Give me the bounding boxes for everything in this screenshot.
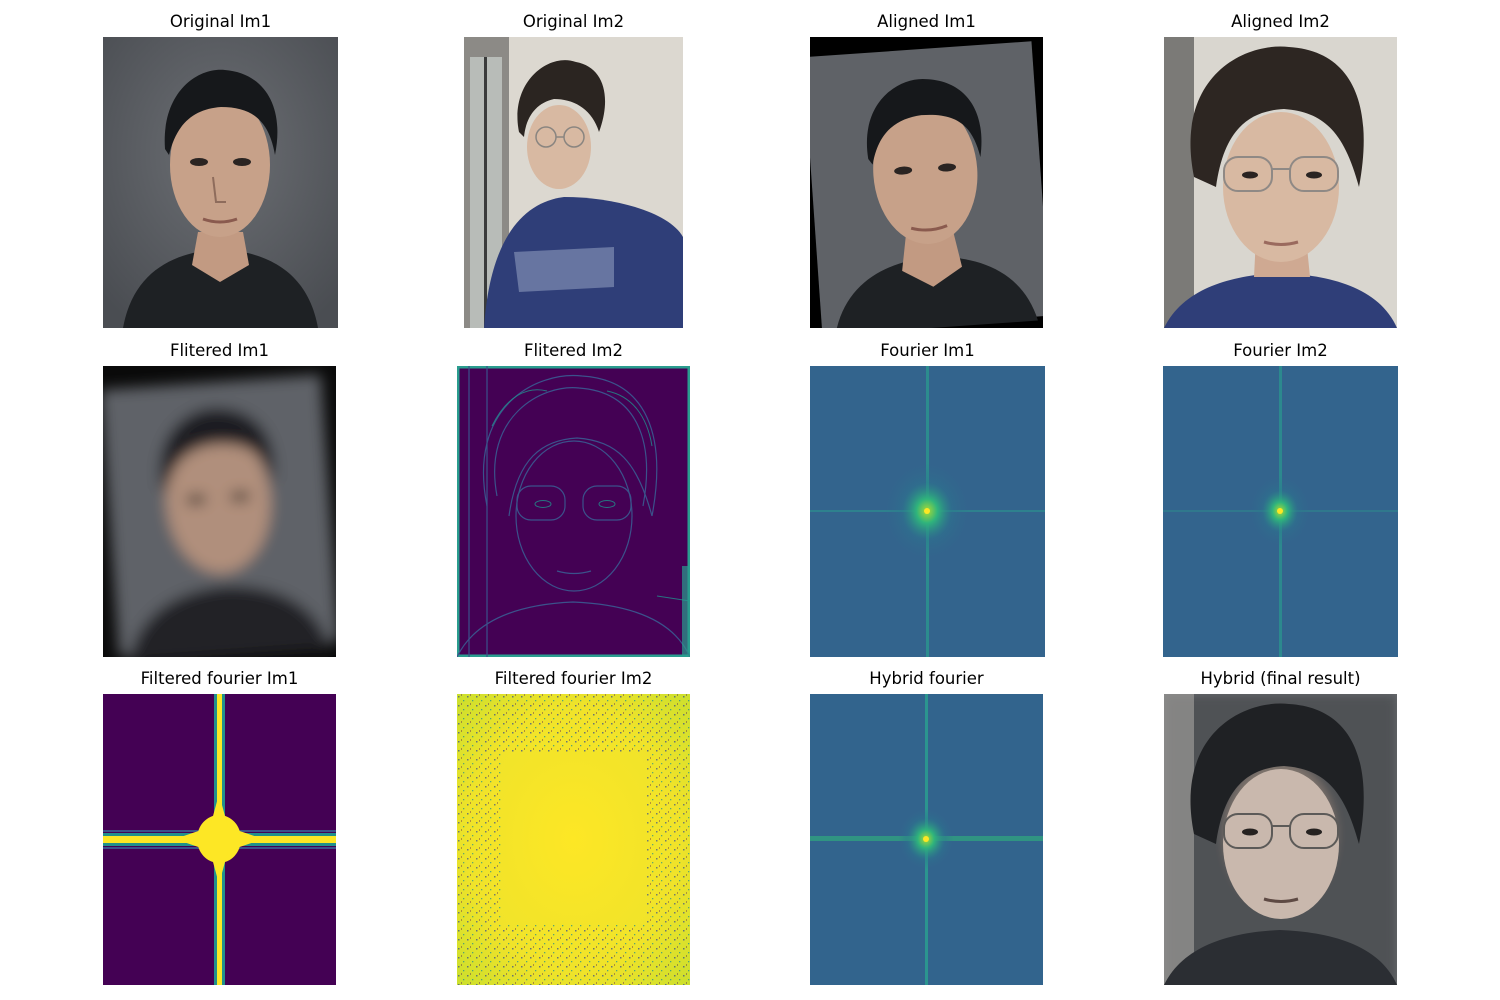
original-im1-image	[103, 37, 338, 328]
aligned-im2-image	[1164, 37, 1397, 328]
title-fourier-im1: Fourier Im1	[880, 341, 975, 360]
title-hybrid-final: Hybrid (final result)	[1200, 669, 1361, 688]
fourier-im1-image	[810, 366, 1045, 657]
aligned-im1-image	[810, 37, 1043, 328]
title-original-im1: Original Im1	[169, 12, 272, 31]
fourier-im2-image	[1163, 366, 1398, 657]
filtered-im2-image	[457, 366, 690, 657]
hybrid-final-image	[1164, 694, 1397, 985]
title-original-im2: Original Im2	[522, 12, 625, 31]
filtered-im1-image	[103, 366, 336, 657]
title-fourier-im2: Fourier Im2	[1233, 341, 1328, 360]
filtered-fourier-im2-image	[457, 694, 690, 985]
original-im2-image	[464, 37, 683, 328]
title-aligned-im2: Aligned Im2	[1231, 12, 1330, 31]
title-hybrid-fourier: Hybrid fourier	[869, 669, 984, 688]
title-filtered-fourier-im1: Filtered fourier Im1	[140, 669, 299, 688]
title-filtered-im1: Flitered Im1	[169, 341, 269, 360]
title-filtered-im2: Flitered Im2	[523, 341, 623, 360]
filtered-fourier-im1-image	[103, 694, 336, 985]
hybrid-fourier-image	[810, 694, 1043, 985]
title-filtered-fourier-im2: Filtered fourier Im2	[494, 669, 653, 688]
title-aligned-im1: Aligned Im1	[877, 12, 976, 31]
